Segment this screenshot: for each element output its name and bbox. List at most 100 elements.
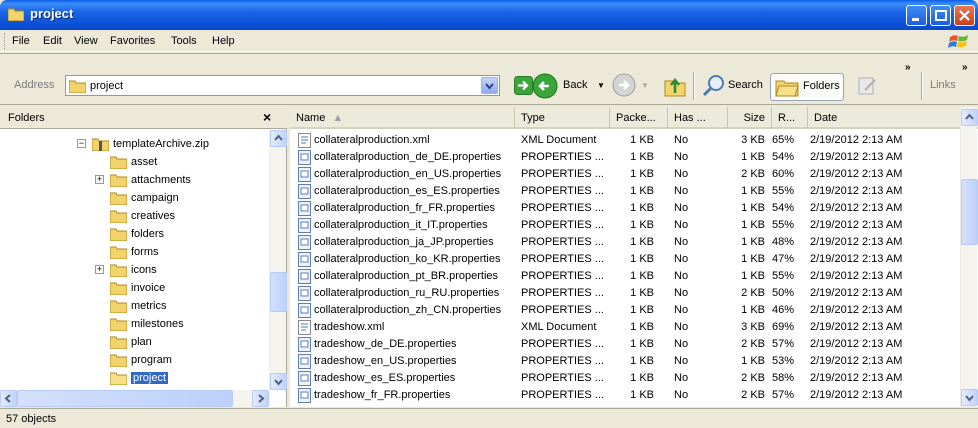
close-button[interactable]: [954, 5, 975, 26]
tree-item[interactable]: invoice: [110, 279, 165, 297]
menu-favorites[interactable]: Favorites: [110, 35, 155, 47]
cell-size: 2 KB: [741, 287, 765, 299]
folders-pane-title: Folders: [8, 112, 45, 124]
files-vertical-scrollbar[interactable]: [960, 107, 978, 407]
forward-arrow-icon[interactable]: [612, 73, 636, 97]
maximize-icon: [935, 10, 947, 21]
table-row[interactable]: collateralproduction_fr_FR.properties PRO…: [290, 200, 960, 217]
tree-item[interactable]: campaign: [110, 189, 179, 207]
folders-pane-close-icon[interactable]: ×: [263, 109, 271, 125]
tree-item[interactable]: milestones: [110, 315, 184, 333]
scroll-thumb[interactable]: [17, 390, 233, 407]
column-header-ratio[interactable]: R...: [772, 107, 808, 129]
column-header-packed[interactable]: Packe...: [610, 107, 668, 129]
menu-edit[interactable]: Edit: [43, 35, 62, 47]
expand-icon[interactable]: +: [95, 265, 104, 274]
table-row[interactable]: collateralproduction_ru_RU.properties PRO…: [290, 285, 960, 302]
folders-button[interactable]: Folders: [770, 73, 844, 101]
tree-item[interactable]: program: [110, 351, 172, 369]
table-row[interactable]: tradeshow_es_ES.properties PROPERTIES ...…: [290, 370, 960, 387]
table-row[interactable]: collateralproduction_en_US.properties PRO…: [290, 166, 960, 183]
menu-tools[interactable]: Tools: [171, 35, 197, 47]
cell-size: 1 KB: [741, 270, 765, 282]
minimize-button[interactable]: [906, 5, 927, 26]
tree-item[interactable]: metrics: [110, 297, 166, 315]
scroll-down-button[interactable]: [270, 373, 287, 390]
search-icon[interactable]: [702, 74, 726, 98]
collapse-icon[interactable]: −: [77, 139, 86, 148]
scroll-down-button[interactable]: [961, 389, 978, 406]
forward-dropdown-arrow-icon[interactable]: ▼: [641, 81, 649, 90]
table-row[interactable]: collateralproduction.xml XML Document 1 KB…: [290, 132, 960, 149]
tree-item[interactable]: forms: [110, 243, 159, 261]
scroll-right-button[interactable]: [252, 390, 269, 407]
column-header-date[interactable]: Date: [808, 107, 960, 129]
table-row[interactable]: collateralproduction_es_ES.properties PRO…: [290, 183, 960, 200]
cell-has: No: [674, 134, 689, 146]
scroll-up-button[interactable]: [270, 130, 287, 147]
tree-item[interactable]: + attachments: [95, 171, 191, 189]
table-row[interactable]: collateralproduction_pt_BR.properties PRO…: [290, 268, 960, 285]
properties-file-icon: [298, 201, 311, 216]
column-header-type[interactable]: Type: [515, 107, 610, 129]
cell-name: collateralproduction_de_DE.properties: [314, 151, 502, 163]
back-button-label[interactable]: Back: [563, 79, 587, 91]
table-row[interactable]: tradeshow_fr_FR.properties PROPERTIES ...…: [290, 387, 960, 404]
tree-item-label: folders: [131, 228, 165, 240]
cell-has: No: [674, 219, 689, 231]
address-dropdown-button[interactable]: [481, 77, 498, 94]
column-header-size[interactable]: Size: [728, 107, 772, 129]
table-row[interactable]: tradeshow_en_US.properties PROPERTIES ...…: [290, 353, 960, 370]
cell-packed: 1 KB: [630, 321, 654, 333]
menu-help[interactable]: Help: [212, 35, 235, 47]
toolbar-grip[interactable]: [4, 33, 7, 49]
tree-item[interactable]: asset: [110, 153, 157, 171]
tree-item[interactable]: − templateArchive.zip: [77, 135, 209, 153]
tree-item[interactable]: plan: [110, 333, 152, 351]
cell-ratio: 53%: [772, 355, 795, 367]
table-row[interactable]: collateralproduction_it_IT.properties PRO…: [290, 217, 960, 234]
toolbar-overflow-chevron-icon[interactable]: »: [905, 62, 911, 73]
go-arrow-icon[interactable]: [514, 76, 533, 95]
column-header-has[interactable]: Has ...: [668, 107, 728, 129]
cell-type: XML Document: [521, 321, 597, 333]
cell-size: 1 KB: [741, 202, 765, 214]
back-arrow-icon[interactable]: [532, 73, 558, 99]
scroll-up-button[interactable]: [961, 109, 978, 126]
cell-ratio: 57%: [772, 389, 795, 401]
folders-vertical-scrollbar[interactable]: [269, 130, 287, 390]
title-bar[interactable]: project: [0, 0, 978, 30]
cell-date: 2/19/2012 2:13 AM: [810, 304, 903, 316]
links-label[interactable]: Links: [930, 79, 956, 91]
tree-item[interactable]: folders: [110, 225, 164, 243]
up-folder-icon[interactable]: [664, 75, 686, 97]
table-row[interactable]: tradeshow_de_DE.properties PROPERTIES ...…: [290, 336, 960, 353]
table-row[interactable]: collateralproduction_de_DE.properties PRO…: [290, 149, 960, 166]
table-row[interactable]: collateralproduction_ko_KR.properties PRO…: [290, 251, 960, 268]
table-row[interactable]: tradeshow.xml XML Document 1 KB No 3 KB 69% 2/…: [290, 319, 960, 336]
folders-horizontal-scrollbar[interactable]: [0, 390, 270, 407]
menu-view[interactable]: View: [74, 35, 98, 47]
address-field[interactable]: project: [65, 75, 500, 96]
scroll-thumb[interactable]: [270, 272, 287, 312]
back-dropdown-arrow-icon[interactable]: ▼: [597, 81, 605, 90]
tree-item-label: invoice: [131, 282, 166, 294]
search-button-label[interactable]: Search: [728, 79, 763, 91]
scroll-left-button[interactable]: [0, 390, 17, 407]
cell-name: tradeshow_de_DE.properties: [314, 338, 457, 350]
expand-icon[interactable]: +: [95, 175, 104, 184]
table-row[interactable]: collateralproduction_ja_JP.properties PRO…: [290, 234, 960, 251]
folder-icon: [110, 354, 127, 367]
views-icon[interactable]: [857, 76, 881, 98]
maximize-button[interactable]: [930, 5, 951, 26]
xml-file-icon: [298, 320, 311, 335]
tree-item[interactable]: + icons: [95, 261, 157, 279]
properties-file-icon: [298, 286, 311, 301]
menu-file[interactable]: File: [12, 35, 30, 47]
links-overflow-chevron-icon[interactable]: »: [962, 62, 968, 73]
tree-item[interactable]: creatives: [110, 207, 175, 225]
scroll-thumb[interactable]: [961, 179, 978, 245]
tree-item[interactable]: project: [110, 369, 169, 387]
table-row[interactable]: collateralproduction_zh_CN.properties PRO…: [290, 302, 960, 319]
column-header-name[interactable]: Name ▲: [290, 107, 515, 129]
